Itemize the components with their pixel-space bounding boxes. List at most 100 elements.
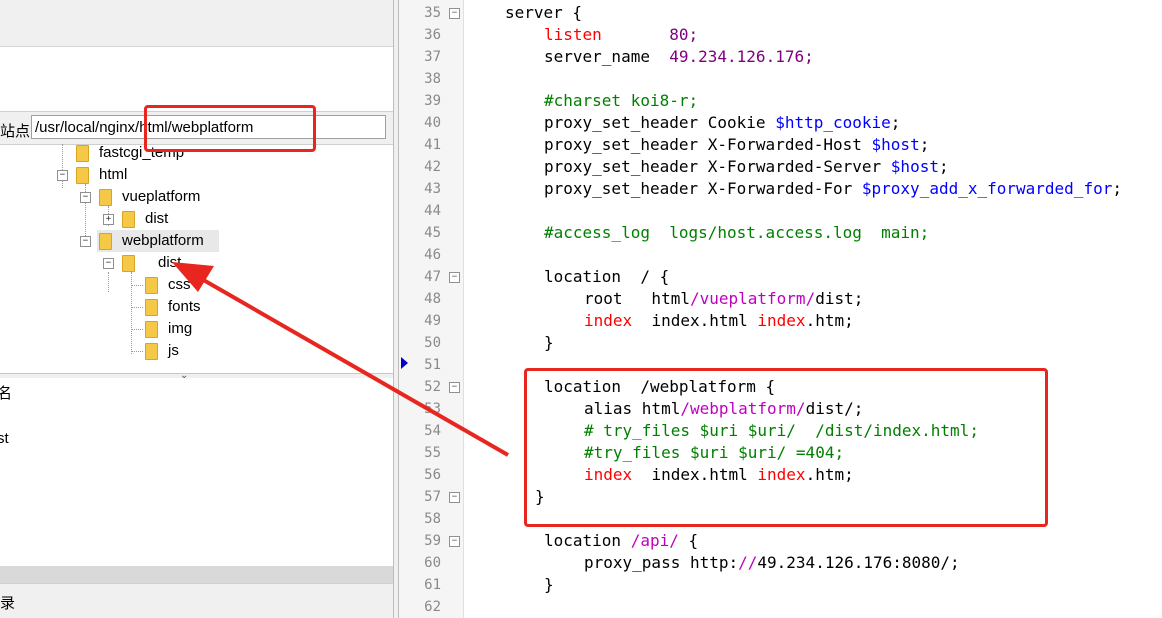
site-path-bar: 站点: /usr/local/nginx/html/webplatform xyxy=(0,111,393,145)
collapse-icon[interactable]: − xyxy=(80,192,91,203)
site-label: 站点: xyxy=(0,123,35,140)
toolbar xyxy=(0,0,393,47)
code-line[interactable]: proxy_set_header X-Forwarded-Server $hos… xyxy=(544,156,949,178)
file-list: 名 st xyxy=(0,378,393,566)
line-number: 55 xyxy=(424,445,441,461)
list-item[interactable]: st xyxy=(0,430,9,447)
status-bar: 录 xyxy=(0,583,393,618)
value: 80; xyxy=(669,25,699,44)
code-line[interactable]: proxy_set_header X-Forwarded-For $proxy_… xyxy=(544,178,1122,200)
code-line[interactable]: } xyxy=(535,486,545,508)
folder-icon xyxy=(145,277,158,294)
directive: proxy_set_header X-Forwarded-Server xyxy=(544,157,882,176)
folder-icon xyxy=(145,299,158,316)
fold-collapse-icon[interactable]: − xyxy=(449,536,460,547)
tree-item-label: webplatform xyxy=(122,232,204,249)
tree-item-label: dist xyxy=(158,254,182,271)
folder-open-icon xyxy=(99,233,112,250)
path-segment: /api/ xyxy=(630,531,679,550)
code-line[interactable]: proxy_pass http://49.234.126.176:8080/; xyxy=(584,552,960,574)
line-number: 58 xyxy=(424,511,441,527)
path-segment: // xyxy=(738,553,758,572)
line-number: 49 xyxy=(424,313,441,329)
code-comment[interactable]: #access_log logs/host.access.log main; xyxy=(544,222,929,244)
expand-icon[interactable]: + xyxy=(103,214,114,225)
line-number: 50 xyxy=(424,335,441,351)
variable: $host xyxy=(890,157,939,176)
code-line[interactable]: location /api/ { xyxy=(544,530,698,552)
code-line[interactable]: proxy_set_header Cookie $http_cookie; xyxy=(544,112,900,134)
code-line[interactable]: index index.html index.htm; xyxy=(584,464,854,486)
line-number: 43 xyxy=(424,181,441,197)
tree-item-label: dist xyxy=(145,210,169,227)
folder-icon xyxy=(145,321,158,338)
line-number: 53 xyxy=(424,401,441,417)
fold-end-icon[interactable]: − xyxy=(449,492,460,503)
tree-guide xyxy=(131,307,143,308)
tree-item-webplatform[interactable]: webplatform xyxy=(97,230,219,252)
tree-item-label: img xyxy=(168,320,193,337)
line-number: 59 xyxy=(424,533,441,549)
line-number: 39 xyxy=(424,93,441,109)
line-number: 47 xyxy=(424,269,441,285)
code-line[interactable]: proxy_set_header X-Forwarded-Host $host; xyxy=(544,134,929,156)
line-number: 61 xyxy=(424,577,441,593)
collapse-icon[interactable]: − xyxy=(57,170,68,181)
code-editor[interactable]: 35 36 37 38 39 40 41 42 43 44 45 46 47 4… xyxy=(399,0,1162,618)
line-number: 35 xyxy=(424,5,441,21)
directive: server_name xyxy=(544,47,650,66)
code-comment[interactable]: # try_files $uri $uri/ /dist/index.html; xyxy=(584,420,979,442)
line-number: 60 xyxy=(424,555,441,571)
code-line[interactable]: location /webplatform { xyxy=(544,376,775,398)
file-manager-panel: 站点: /usr/local/nginx/html/webplatform fa… xyxy=(0,0,393,618)
tree-guide xyxy=(131,329,143,330)
code-comment[interactable]: #try_files $uri $uri/ =404; xyxy=(584,442,844,464)
collapse-icon[interactable]: − xyxy=(103,258,114,269)
tree-item-label: js xyxy=(168,342,179,359)
line-number: 36 xyxy=(424,27,441,43)
line-number: 57 xyxy=(424,489,441,505)
folder-open-icon xyxy=(99,189,112,206)
status-text: 录 xyxy=(0,595,16,612)
horizontal-scrollbar[interactable] xyxy=(0,566,393,583)
fold-collapse-icon[interactable]: − xyxy=(449,272,460,283)
line-number: 56 xyxy=(424,467,441,483)
toolbar-area xyxy=(0,47,393,107)
directive: proxy_set_header X-Forwarded-For xyxy=(544,179,853,198)
collapse-icon[interactable]: − xyxy=(80,236,91,247)
code-line[interactable]: server { xyxy=(505,2,582,24)
folder-icon xyxy=(145,343,158,360)
directive: proxy_set_header X-Forwarded-Host xyxy=(544,135,862,154)
directive: proxy_set_header Cookie xyxy=(544,113,766,132)
directory-tree: fastcgi_temp − html − vueplatform + dist… xyxy=(0,144,393,370)
path-segment: /webplatform/ xyxy=(680,399,806,418)
code-line[interactable]: } xyxy=(544,332,554,354)
folder-open-icon xyxy=(76,167,89,184)
site-path-input[interactable]: /usr/local/nginx/html/webplatform xyxy=(31,115,386,139)
code-line[interactable]: location / { xyxy=(544,266,669,288)
code-line[interactable]: } xyxy=(544,574,554,596)
column-header-name[interactable]: 名 xyxy=(0,382,12,403)
tree-guide xyxy=(62,144,63,188)
tree-guide xyxy=(131,351,143,352)
variable: $host xyxy=(871,135,920,154)
line-number: 42 xyxy=(424,159,441,175)
tree-item-label: fastcgi_temp xyxy=(99,144,185,161)
tree-item-label: vueplatform xyxy=(122,188,201,205)
folder-icon xyxy=(122,211,135,228)
code-line[interactable]: alias html/webplatform/dist/; xyxy=(584,398,863,420)
code-line[interactable]: listen 80; xyxy=(544,24,698,46)
code-line[interactable]: root html/vueplatform/dist; xyxy=(584,288,863,310)
line-number: 37 xyxy=(424,49,441,65)
code-line[interactable]: server_name 49.234.126.176; xyxy=(544,46,814,68)
variable: $http_cookie xyxy=(775,113,891,132)
fold-collapse-icon[interactable]: − xyxy=(449,8,460,19)
code-line[interactable]: index index.html index.htm; xyxy=(584,310,854,332)
path-segment: /vueplatform/ xyxy=(689,289,816,308)
fold-collapse-icon[interactable]: − xyxy=(449,382,460,393)
line-number: 40 xyxy=(424,115,441,131)
code-comment[interactable]: #charset koi8-r; xyxy=(544,90,698,112)
line-number: 51 xyxy=(424,357,441,373)
tree-item-label: fonts xyxy=(168,298,201,315)
line-number: 54 xyxy=(424,423,441,439)
